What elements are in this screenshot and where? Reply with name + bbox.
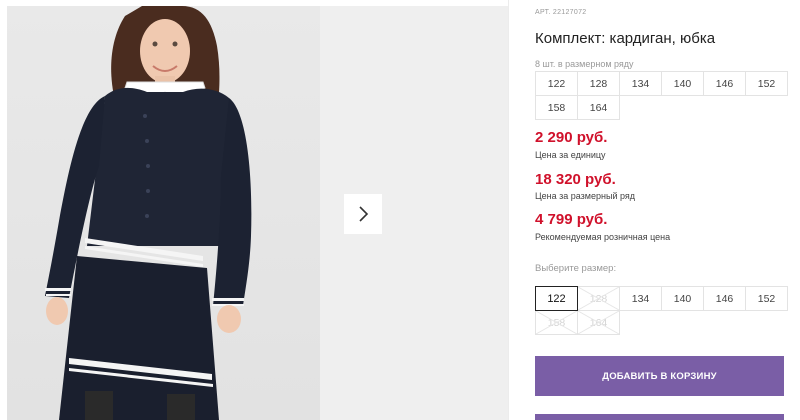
secondary-button-edge (535, 414, 784, 420)
product-title: Комплект: кардиган, юбка (535, 30, 716, 47)
row-price: 18 320 руб. (535, 171, 616, 188)
retail-price: 4 799 руб. (535, 211, 608, 228)
row-price-label: Цена за размерный ряд (535, 191, 636, 201)
chevron-right-icon (359, 206, 369, 222)
size-option[interactable]: 128 (577, 286, 620, 311)
product-gallery (0, 0, 508, 420)
gallery-next-button[interactable] (344, 194, 382, 234)
unit-price-label: Цена за единицу (535, 150, 606, 160)
unit-price: 2 290 руб. (535, 129, 608, 146)
size-option[interactable]: 152 (745, 286, 788, 311)
product-photo[interactable] (7, 6, 320, 420)
size-row-cell: 122 (535, 71, 578, 96)
size-row-cell: 134 (619, 71, 662, 96)
article-number: АРТ. 22127072 (535, 9, 587, 16)
add-to-cart-button[interactable]: ДОБАВИТЬ В КОРЗИНУ (535, 356, 784, 396)
unavailable-cross-icon (536, 311, 577, 334)
size-row-grid: 122 128 134 140 146 152 158 164 (535, 71, 788, 120)
size-picker: 122 128 134 140 146 152 158 164 (535, 286, 788, 335)
size-option[interactable]: 134 (619, 286, 662, 311)
column-divider (508, 0, 509, 420)
size-option[interactable]: 158 (535, 310, 578, 335)
size-option[interactable]: 122 (535, 286, 578, 311)
retail-price-label: Рекомендуемая розничная цена (535, 232, 671, 242)
size-row-cell: 140 (661, 71, 704, 96)
girl-in-school-outfit-image (45, 6, 252, 420)
unavailable-cross-icon (578, 287, 619, 310)
unavailable-cross-icon (578, 311, 619, 334)
size-row-cell: 158 (535, 95, 578, 120)
size-option[interactable]: 146 (703, 286, 746, 311)
size-row-cell: 128 (577, 71, 620, 96)
size-row-cell: 146 (703, 71, 746, 96)
size-row-note: 8 шт. в размерном ряду (535, 59, 634, 69)
size-option[interactable]: 140 (661, 286, 704, 311)
size-option[interactable]: 164 (577, 310, 620, 335)
choose-size-label: Выберите размер: (535, 263, 617, 274)
size-row-cell: 152 (745, 71, 788, 96)
size-row-cell: 164 (577, 95, 620, 120)
